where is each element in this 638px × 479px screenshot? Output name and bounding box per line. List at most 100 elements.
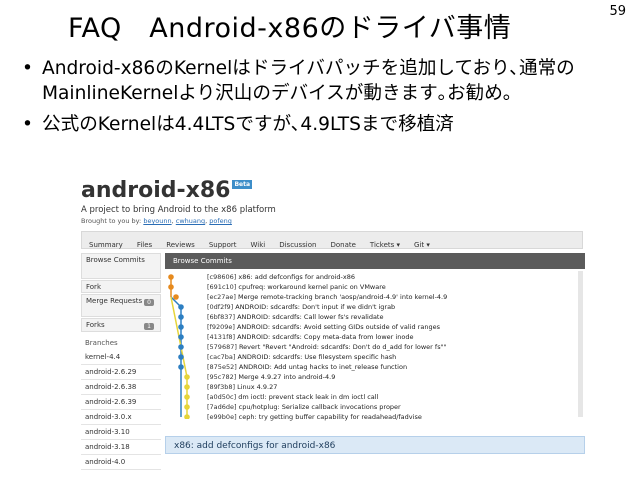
commit-id[interactable]: [89f3b8] (207, 383, 235, 391)
commit-message: Revert "Revert "Android: sdcardfs: Don't… (236, 343, 447, 351)
commit-message: x86: add defconfigs for android-x86 (236, 273, 355, 281)
commit-row[interactable]: [4131f8] ANDROID: sdcardfs: Copy meta-da… (207, 333, 413, 342)
commit-id[interactable]: [875e52] (207, 363, 237, 371)
commit-row[interactable]: [cac7ba] ANDROID: sdcardfs: Use filesyst… (207, 353, 396, 362)
author-link[interactable]: cwhuang (176, 217, 205, 225)
commit-message: ANDROID: sdcardfs: Call lower fs's reval… (235, 313, 384, 321)
commit-message: ceph: try getting buffer capability for … (236, 413, 422, 421)
commit-row[interactable]: [a0d50c] dm ioctl: prevent stack leak in… (207, 393, 378, 402)
commit-message: ANDROID: sdcardfs: Avoid setting GIDs ou… (234, 323, 440, 331)
commit-id[interactable]: [7ad6de] (207, 403, 237, 411)
project-nav: Summary Files Reviews Support Wiki Discussion… (81, 231, 583, 249)
commit-row[interactable]: [0df2f9] ANDROID: sdcardfs: Don't input … (207, 303, 395, 312)
logo-text: android-x86 (81, 178, 231, 203)
commit-row[interactable]: [e99b0e] ceph: try getting buffer capabi… (207, 413, 422, 422)
commit-node (184, 384, 190, 390)
commit-list: [c98606] x86: add defconfigs for android… (165, 269, 585, 422)
commit-node (178, 354, 184, 360)
commit-message: Linux 4.9.27 (235, 383, 278, 391)
commit-message: ANDROID: Add untag hacks to inet_release… (236, 363, 408, 371)
commit-id[interactable]: [4131f8] (207, 333, 235, 341)
bullet-item: • 公式のKernelは4.4LTSですが､4.9LTSまで移植済 (22, 112, 622, 137)
commit-message: ANDROID: sdcardfs: Don't input if we did… (233, 303, 396, 311)
commit-row[interactable]: [579687] Revert "Revert "Android: sdcard… (207, 343, 447, 352)
commit-node (184, 414, 190, 419)
branches-header: Branches (85, 339, 118, 347)
commit-id[interactable]: [a0d50c] (207, 393, 236, 401)
branch-item[interactable]: android-4.0 (81, 455, 161, 470)
sidebar-browse-commits[interactable]: Browse Commits (81, 253, 161, 279)
commit-node (168, 284, 174, 290)
commit-list-scrollbar[interactable] (578, 271, 583, 417)
branch-item[interactable]: android-3.18 (81, 440, 161, 455)
nav-git[interactable]: Git ▾ (407, 237, 437, 253)
commit-id[interactable]: [f9209e] (207, 323, 235, 331)
commit-row[interactable]: [c98606] x86: add defconfigs for android… (207, 273, 355, 282)
commits-panel: Browse Commits [c98606] x86: add defconf… (165, 253, 585, 476)
sidebar-merge-requests[interactable]: Merge Requests 0 (81, 294, 161, 317)
fork-label: Fork (86, 283, 101, 291)
commit-id[interactable]: [e99b0e] (207, 413, 237, 421)
commit-id[interactable]: [0df2f9] (207, 303, 233, 311)
commit-id[interactable]: [691c10] (207, 283, 236, 291)
nav-donate[interactable]: Donate (323, 237, 362, 253)
merge-requests-label: Merge Requests (86, 297, 143, 305)
bullet-dot: • (22, 58, 33, 79)
commit-id[interactable]: [cac7ba] (207, 353, 235, 361)
author-link[interactable]: beyounn (143, 217, 171, 225)
nav-summary[interactable]: Summary (82, 237, 130, 253)
commit-node (178, 334, 184, 340)
branch-item[interactable]: android-2.6.38 (81, 380, 161, 395)
commit-node (184, 394, 190, 400)
commit-row[interactable]: [875e52] ANDROID: Add untag hacks to ine… (207, 363, 407, 372)
commit-row[interactable]: [691c10] cpufreq: workaround kernel pani… (207, 283, 386, 292)
project-tagline: A project to bring Android to the x86 pl… (81, 205, 276, 215)
branch-item[interactable]: kernel-4.4 (81, 350, 161, 365)
commit-row[interactable]: [89f3b8] Linux 4.9.27 (207, 383, 277, 392)
branch-item[interactable]: android-3.0.x (81, 410, 161, 425)
commit-node (178, 364, 184, 370)
commit-row[interactable]: [6bf837] ANDROID: sdcardfs: Call lower f… (207, 313, 383, 322)
bullet-dot: • (22, 114, 33, 135)
nav-support[interactable]: Support (202, 237, 244, 253)
project-logo: android-x86 Beta (81, 178, 253, 203)
author-link[interactable]: pofeng (209, 217, 232, 225)
repo-sidebar: Browse Commits Fork Merge Requests 0 Fork… (81, 253, 161, 476)
nav-reviews[interactable]: Reviews (159, 237, 202, 253)
commit-node (178, 304, 184, 310)
commit-node (184, 404, 190, 410)
branch-item[interactable]: android-3.10 (81, 425, 161, 440)
sidebar-fork[interactable]: Fork (81, 280, 161, 293)
branch-item[interactable]: android-2.6.39 (81, 395, 161, 410)
commit-message: ANDROID: sdcardfs: Copy meta-data from l… (235, 333, 414, 341)
commit-row[interactable]: [f9209e] ANDROID: sdcardfs: Avoid settin… (207, 323, 440, 332)
commit-row[interactable]: [95c782] Merge 4.9.27 into android-4.9 (207, 373, 335, 382)
commit-row[interactable]: [ec27ae] Merge remote-tracking branch 'a… (207, 293, 447, 302)
branch-item[interactable]: android-2.6.29 (81, 365, 161, 380)
nav-tickets[interactable]: Tickets ▾ (363, 237, 407, 253)
commit-id[interactable]: [95c782] (207, 373, 236, 381)
commit-message: dm ioctl: prevent stack leak in dm ioctl… (236, 393, 379, 401)
slide-title: FAQ Android-x86のドライバ事情 (68, 13, 512, 44)
commit-node (184, 374, 190, 380)
commit-node (178, 314, 184, 320)
sidebar-forks[interactable]: Forks 1 (81, 318, 161, 332)
commit-id[interactable]: [c98606] (207, 273, 236, 281)
page-number: 59 (609, 4, 626, 19)
bullet-item: • Android-x86のKernelはドライバパッチを追加しており､通常のMa… (22, 56, 622, 106)
commit-message: Merge remote-tracking branch 'aosp/andro… (235, 293, 448, 301)
commit-id[interactable]: [6bf837] (207, 313, 235, 321)
merge-count-badge: 0 (144, 299, 154, 306)
commit-graph (168, 274, 190, 419)
commit-node (173, 294, 179, 300)
commit-message: ANDROID: sdcardfs: Use filesystem specif… (235, 353, 397, 361)
commit-row[interactable]: [7ad6de] cpu/hotplug: Serialize callback… (207, 403, 401, 412)
nav-discussion[interactable]: Discussion (272, 237, 323, 253)
commit-id[interactable]: [579687] (207, 343, 237, 351)
nav-files[interactable]: Files (130, 237, 159, 253)
nav-wiki[interactable]: Wiki (244, 237, 273, 253)
commit-id[interactable]: [ec27ae] (207, 293, 236, 301)
bullet-text: 公式のKernelは4.4LTSですが､4.9LTSまで移植済 (42, 114, 454, 135)
brought-by-label: Brought to you by: (81, 217, 142, 225)
commit-message: cpufreq: workaround kernel panic on VMwa… (236, 283, 386, 291)
